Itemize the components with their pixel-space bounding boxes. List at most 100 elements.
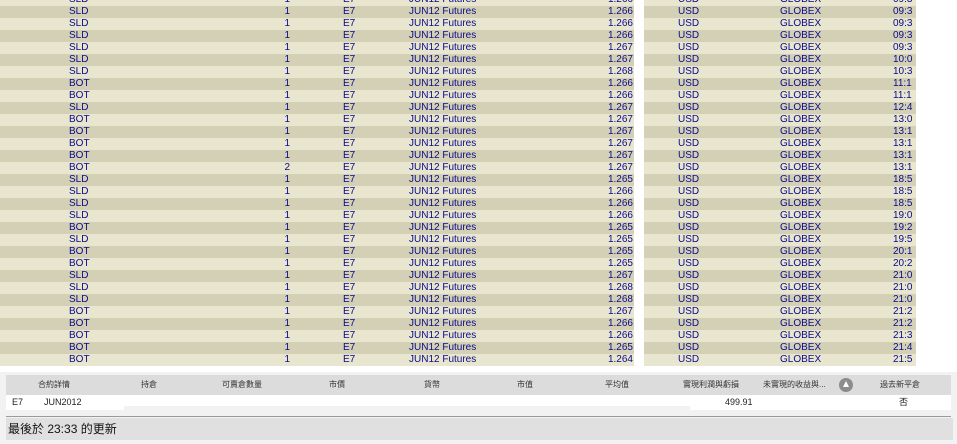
trade-qty: 1 <box>284 114 290 125</box>
trade-row[interactable]: BOT 1 E7 JUN12 Futures 1.267 USD GLOBEX 13:1 <box>0 138 957 150</box>
trade-row[interactable]: BOT 1 E7 JUN12 Futures 1.267 USD GLOBEX 21:2 <box>0 306 957 318</box>
trade-row[interactable]: SLD 1 E7 JUN12 Futures 1.267 USD GLOBEX 12:4 <box>0 102 957 114</box>
trade-row[interactable]: BOT 1 E7 JUN12 Futures 1.265 USD GLOBEX 21:4 <box>0 342 957 354</box>
trade-row[interactable]: SLD 1 E7 JUN12 Futures 1.267 USD GLOBEX 10:0 <box>0 54 957 66</box>
trade-qty: 1 <box>284 30 290 41</box>
trade-row[interactable]: BOT 1 E7 JUN12 Futures 1.265 USD GLOBEX 20:2 <box>0 258 957 270</box>
trade-qty: 1 <box>284 102 290 113</box>
header-market-price[interactable]: 市價 <box>329 375 345 395</box>
trade-side: SLD <box>69 294 89 305</box>
trade-row[interactable]: SLD 1 E7 JUN12 Futures 1.265 USD GLOBEX 19:5 <box>0 234 957 246</box>
trade-row[interactable]: SLD 1 E7 JUN12 Futures 1.266 USD GLOBEX 09:3 <box>0 6 957 18</box>
trade-currency: USD <box>678 318 700 329</box>
trade-price: 1.267 <box>607 306 633 317</box>
trade-description: JUN12 Futures <box>409 210 477 221</box>
trade-symbol: E7 <box>343 114 356 125</box>
trade-currency: USD <box>678 198 700 209</box>
trade-symbol: E7 <box>343 30 356 41</box>
trade-description: JUN12 Futures <box>409 114 477 125</box>
trade-time: 09:3 <box>893 18 913 29</box>
trade-time: 11:1 <box>893 90 912 101</box>
trade-row[interactable]: BOT 2 E7 JUN12 Futures 1.267 USD GLOBEX 13:1 <box>0 162 957 174</box>
trade-price: 1.265 <box>607 342 633 353</box>
trade-row[interactable]: SLD 1 E7 JUN12 Futures 1.268 USD GLOBEX 10:3 <box>0 66 957 78</box>
trade-exchange: GLOBEX <box>780 270 822 281</box>
header-contract[interactable]: 合約詳情 <box>38 375 70 395</box>
trade-qty: 1 <box>284 66 290 77</box>
trade-time: 13:1 <box>893 162 913 173</box>
trade-side: BOT <box>69 246 90 257</box>
trade-row[interactable]: SLD 1 E7 JUN12 Futures 1.266 USD GLOBEX 19:0 <box>0 210 957 222</box>
trade-row[interactable]: SLD 1 E7 JUN12 Futures 1.266 USD GLOBEX 09:3 <box>0 18 957 30</box>
trade-row[interactable]: BOT 1 E7 JUN12 Futures 1.266 USD GLOBEX 11:1 <box>0 78 957 90</box>
trade-row[interactable]: SLD 1 E7 JUN12 Futures 1.267 USD GLOBEX 21:0 <box>0 270 957 282</box>
trade-row[interactable]: BOT 1 E7 JUN12 Futures 1.266 USD GLOBEX 21:2 <box>0 318 957 330</box>
trade-row[interactable]: SLD 1 E7 JUN12 Futures 1.268 USD GLOBEX 21:0 <box>0 294 957 306</box>
trade-exchange: GLOBEX <box>780 90 822 101</box>
header-position[interactable]: 持倉 <box>141 375 157 395</box>
trade-symbol: E7 <box>343 66 356 77</box>
price-column-mask <box>634 0 644 372</box>
trade-row[interactable]: BOT 1 E7 JUN12 Futures 1.267 USD GLOBEX 13:1 <box>0 150 957 162</box>
trade-price: 1.267 <box>607 42 633 53</box>
trade-row[interactable]: SLD 1 E7 JUN12 Futures 1.265 USD GLOBEX 18:5 <box>0 174 957 186</box>
trade-row[interactable]: BOT 1 E7 JUN12 Futures 1.266 USD GLOBEX 11:1 <box>0 90 957 102</box>
trade-currency: USD <box>678 354 700 365</box>
trade-exchange: GLOBEX <box>780 78 822 89</box>
trade-symbol: E7 <box>343 138 356 149</box>
trade-description: JUN12 Futures <box>409 30 477 41</box>
trade-qty: 1 <box>284 306 290 317</box>
trade-description: JUN12 Futures <box>409 66 477 77</box>
trade-row[interactable]: SLD 1 E7 JUN12 Futures 1.266 USD GLOBEX 18:5 <box>0 186 957 198</box>
trade-exchange: GLOBEX <box>780 138 822 149</box>
trade-row[interactable]: BOT 1 E7 JUN12 Futures 1.267 USD GLOBEX 13:0 <box>0 114 957 126</box>
trade-side: SLD <box>69 66 89 77</box>
trade-side: BOT <box>69 342 90 353</box>
trade-description: JUN12 Futures <box>409 162 477 173</box>
trade-time: 21:0 <box>893 282 913 293</box>
trade-time: 18:5 <box>893 186 913 197</box>
trade-price: 1.265 <box>607 222 633 233</box>
trade-row[interactable]: BOT 1 E7 JUN12 Futures 1.267 USD GLOBEX 13:1 <box>0 126 957 138</box>
trade-row[interactable]: SLD 1 E7 JUN12 Futures 1.268 USD GLOBEX 21:0 <box>0 282 957 294</box>
trade-time: 21:3 <box>893 330 913 341</box>
trade-exchange: GLOBEX <box>780 246 822 257</box>
trade-symbol: E7 <box>343 222 356 233</box>
trade-side: SLD <box>69 174 89 185</box>
trade-row[interactable]: BOT 1 E7 JUN12 Futures 1.264 USD GLOBEX 21:5 <box>0 354 957 366</box>
trade-exchange: GLOBEX <box>780 282 822 293</box>
trade-description: JUN12 Futures <box>409 138 477 149</box>
trade-currency: USD <box>678 114 700 125</box>
trade-side: SLD <box>69 18 89 29</box>
trade-price: 1.266 <box>607 18 633 29</box>
trade-qty: 1 <box>284 6 290 17</box>
trade-symbol: E7 <box>343 174 356 185</box>
trade-time: 19:0 <box>893 210 913 221</box>
sort-ascending-icon[interactable] <box>839 378 853 392</box>
header-unrealized-pnl[interactable]: 未實現的收益與... <box>763 375 826 395</box>
trade-qty: 1 <box>284 42 290 53</box>
trade-qty: 1 <box>284 234 290 245</box>
header-available[interactable]: 可賣倉數量 <box>222 375 262 395</box>
trade-price: 1.268 <box>607 282 633 293</box>
trade-row[interactable]: BOT 1 E7 JUN12 Futures 1.265 USD GLOBEX 19:2 <box>0 222 957 234</box>
header-realized-pnl[interactable]: 實現利潤與虧損 <box>683 375 739 395</box>
trade-row[interactable]: BOT 1 E7 JUN12 Futures 1.265 USD GLOBEX 20:1 <box>0 246 957 258</box>
header-close[interactable]: 過去新平倉 <box>880 375 920 395</box>
trade-exchange: GLOBEX <box>780 150 822 161</box>
trade-side: BOT <box>69 114 90 125</box>
trade-row[interactable]: SLD 1 E7 JUN12 Futures 1.266 USD GLOBEX 09:3 <box>0 30 957 42</box>
trade-description: JUN12 Futures <box>409 354 477 365</box>
portfolio-row[interactable]: E7 JUN2012 499.91 否 <box>6 395 951 410</box>
trade-price: 1.266 <box>607 30 633 41</box>
trade-row[interactable]: BOT 1 E7 JUN12 Futures 1.266 USD GLOBEX 21:3 <box>0 330 957 342</box>
header-avg-price[interactable]: 平均值 <box>605 375 629 395</box>
trade-price: 1.265 <box>607 174 633 185</box>
header-currency[interactable]: 貨幣 <box>424 375 440 395</box>
header-market-value[interactable]: 市值 <box>517 375 533 395</box>
trade-qty: 1 <box>284 342 290 353</box>
trade-currency: USD <box>678 162 700 173</box>
trade-row[interactable]: SLD 1 E7 JUN12 Futures 1.266 USD GLOBEX 18:5 <box>0 198 957 210</box>
trade-row[interactable]: SLD 1 E7 JUN12 Futures 1.267 USD GLOBEX 09:3 <box>0 42 957 54</box>
trade-price: 1.266 <box>607 318 633 329</box>
